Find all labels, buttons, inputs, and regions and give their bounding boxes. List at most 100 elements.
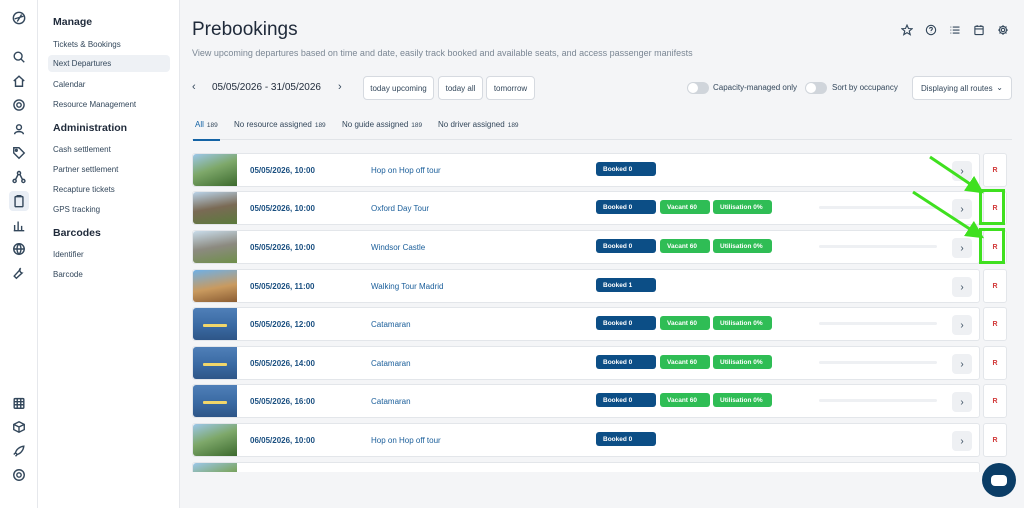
chevron-right-icon[interactable]: › xyxy=(338,81,342,93)
departure-row[interactable]: 06/05/2026, 10:00 Hop on Hop off tour Book… xyxy=(192,423,980,457)
departure-row[interactable]: 05/05/2026, 16:00 Catamaran Booked 0 Vacant… xyxy=(192,384,980,418)
open-departure-button[interactable]: › xyxy=(952,392,972,412)
departure-row[interactable]: 05/05/2026, 10:00 Windsor Castle Booked 0 V… xyxy=(192,230,980,264)
tour-thumbnail xyxy=(193,270,237,302)
tour-name[interactable]: Hop on Hop off tour xyxy=(371,166,441,175)
logo-icon[interactable] xyxy=(9,8,29,28)
tab-count: 189 xyxy=(507,122,519,129)
departure-datetime[interactable]: 05/05/2026, 10:00 xyxy=(250,204,315,213)
chevron-left-icon[interactable]: ‹ xyxy=(192,81,196,93)
nav-next-departures[interactable]: Next Departures xyxy=(48,55,170,72)
home-icon[interactable] xyxy=(9,71,29,91)
manifest-r-button[interactable]: R xyxy=(983,307,1007,341)
network-icon[interactable] xyxy=(9,167,29,187)
nav-recapture-tickets[interactable]: Recapture tickets xyxy=(53,185,115,194)
open-departure-button[interactable]: › xyxy=(952,354,972,374)
departure-datetime[interactable]: 05/05/2026, 11:00 xyxy=(250,282,315,291)
clipboard-icon[interactable] xyxy=(9,191,29,211)
tour-name[interactable]: Catamaran xyxy=(371,397,411,406)
nav-calendar[interactable]: Calendar xyxy=(53,80,85,89)
user-icon[interactable] xyxy=(9,119,29,139)
booked-badge: Booked 0 xyxy=(596,316,656,330)
departure-row[interactable]: 05/05/2026, 14:00 Catamaran Booked 0 Vacant… xyxy=(192,346,980,380)
settings-icon[interactable] xyxy=(9,95,29,115)
open-departure-button[interactable]: › xyxy=(952,315,972,335)
open-departure-button[interactable]: › xyxy=(952,431,972,451)
help-icon[interactable] xyxy=(923,22,938,37)
today-upcoming-button[interactable]: today upcoming xyxy=(363,76,434,100)
tab-all[interactable]: All 189 xyxy=(193,120,220,141)
vacant-badge: Vacant 60 xyxy=(660,200,710,214)
manifest-r-button[interactable]: R xyxy=(983,423,1007,457)
nav-identifier[interactable]: Identifier xyxy=(53,250,84,259)
search-icon[interactable] xyxy=(9,47,29,67)
departure-row[interactable]: 05/05/2026, 10:00 Oxford Day Tour Booked 0… xyxy=(192,191,980,225)
vacant-badge: Vacant 60 xyxy=(660,355,710,369)
tour-name[interactable]: Catamaran xyxy=(371,359,411,368)
occupancy-toggle[interactable] xyxy=(805,82,827,94)
tour-name[interactable]: Windsor Castle xyxy=(371,243,425,252)
tag-icon[interactable] xyxy=(9,143,29,163)
nav-cash-settlement[interactable]: Cash settlement xyxy=(53,145,111,154)
departure-datetime[interactable]: 05/05/2026, 16:00 xyxy=(250,397,315,406)
today-all-button[interactable]: today all xyxy=(438,76,483,100)
header-actions xyxy=(899,22,1010,37)
departure-datetime[interactable]: 05/05/2026, 14:00 xyxy=(250,359,315,368)
nav-tickets-bookings[interactable]: Tickets & Bookings xyxy=(53,40,121,49)
wrench-icon[interactable] xyxy=(9,263,29,283)
tab-label: All xyxy=(195,120,204,129)
chart-icon[interactable] xyxy=(9,215,29,235)
open-departure-button[interactable]: › xyxy=(952,277,972,297)
tour-name[interactable]: Oxford Day Tour xyxy=(371,204,429,213)
manage-section-title: Manage xyxy=(53,16,93,28)
tab-no-resource[interactable]: No resource assigned 189 xyxy=(234,120,326,129)
cube-icon[interactable] xyxy=(9,417,29,437)
tour-name[interactable]: Catamaran xyxy=(371,320,411,329)
tab-no-driver[interactable]: No driver assigned 189 xyxy=(438,120,519,129)
open-departure-button[interactable]: › xyxy=(952,161,972,181)
nav-resource-management[interactable]: Resource Management xyxy=(53,100,136,109)
page-subtitle: View upcoming departures based on time a… xyxy=(192,48,693,58)
globe-icon[interactable] xyxy=(9,239,29,259)
departure-datetime[interactable]: 05/05/2026, 10:00 xyxy=(250,166,315,175)
utilisation-bar xyxy=(819,322,937,325)
nav-gps-tracking[interactable]: GPS tracking xyxy=(53,205,100,214)
manifest-r-button[interactable]: R xyxy=(983,269,1007,303)
departure-datetime[interactable]: 05/05/2026, 10:00 xyxy=(250,243,315,252)
filter-bar: ‹ 05/05/2026 - 31/05/2026 › today upcomi… xyxy=(192,76,1012,100)
open-departure-button[interactable]: › xyxy=(952,199,972,219)
departure-datetime[interactable]: 06/05/2026, 10:00 xyxy=(250,436,315,445)
rocket-icon[interactable] xyxy=(9,441,29,461)
chevron-down-icon: ⌄ xyxy=(996,83,1003,92)
calendar-grid-icon[interactable] xyxy=(9,393,29,413)
tab-no-guide[interactable]: No guide assigned 189 xyxy=(342,120,422,129)
tour-name[interactable]: Hop on Hop off tour xyxy=(371,436,441,445)
support-icon[interactable] xyxy=(9,465,29,485)
tour-thumbnail xyxy=(193,231,237,263)
tomorrow-button[interactable]: tomorrow xyxy=(486,76,535,100)
utilisation-bar xyxy=(819,206,937,209)
manifest-r-button[interactable]: R xyxy=(983,153,1007,187)
calendar-icon[interactable] xyxy=(971,22,986,37)
nav-partner-settlement[interactable]: Partner settlement xyxy=(53,165,118,174)
open-departure-button[interactable]: › xyxy=(952,238,972,258)
manifest-r-button[interactable]: R xyxy=(983,384,1007,418)
star-icon[interactable] xyxy=(899,22,914,37)
list-icon[interactable] xyxy=(947,22,962,37)
routes-select[interactable]: Displaying all routes ⌄ xyxy=(912,76,1012,100)
tour-thumbnail xyxy=(193,192,237,224)
departure-row[interactable]: 05/05/2026, 10:00 Hop on Hop off tour Book… xyxy=(192,153,980,187)
tour-name[interactable]: Walking Tour Madrid xyxy=(371,282,443,291)
manifest-r-button[interactable]: R xyxy=(983,346,1007,380)
utilisation-badge: Utilisation 0% xyxy=(713,393,772,407)
departure-row[interactable]: 05/05/2026, 12:00 Catamaran Booked 0 Vacant… xyxy=(192,307,980,341)
booked-badge: Booked 0 xyxy=(596,393,656,407)
date-range[interactable]: 05/05/2026 - 31/05/2026 xyxy=(212,82,321,93)
chat-button[interactable] xyxy=(982,463,1016,497)
gear-icon[interactable] xyxy=(995,22,1010,37)
nav-barcode[interactable]: Barcode xyxy=(53,270,83,279)
departure-datetime[interactable]: 05/05/2026, 12:00 xyxy=(250,320,315,329)
departure-row[interactable]: 05/05/2026, 11:00 Walking Tour Madrid Book… xyxy=(192,269,980,303)
capacity-toggle[interactable] xyxy=(687,82,709,94)
booked-badge: Booked 0 xyxy=(596,432,656,446)
